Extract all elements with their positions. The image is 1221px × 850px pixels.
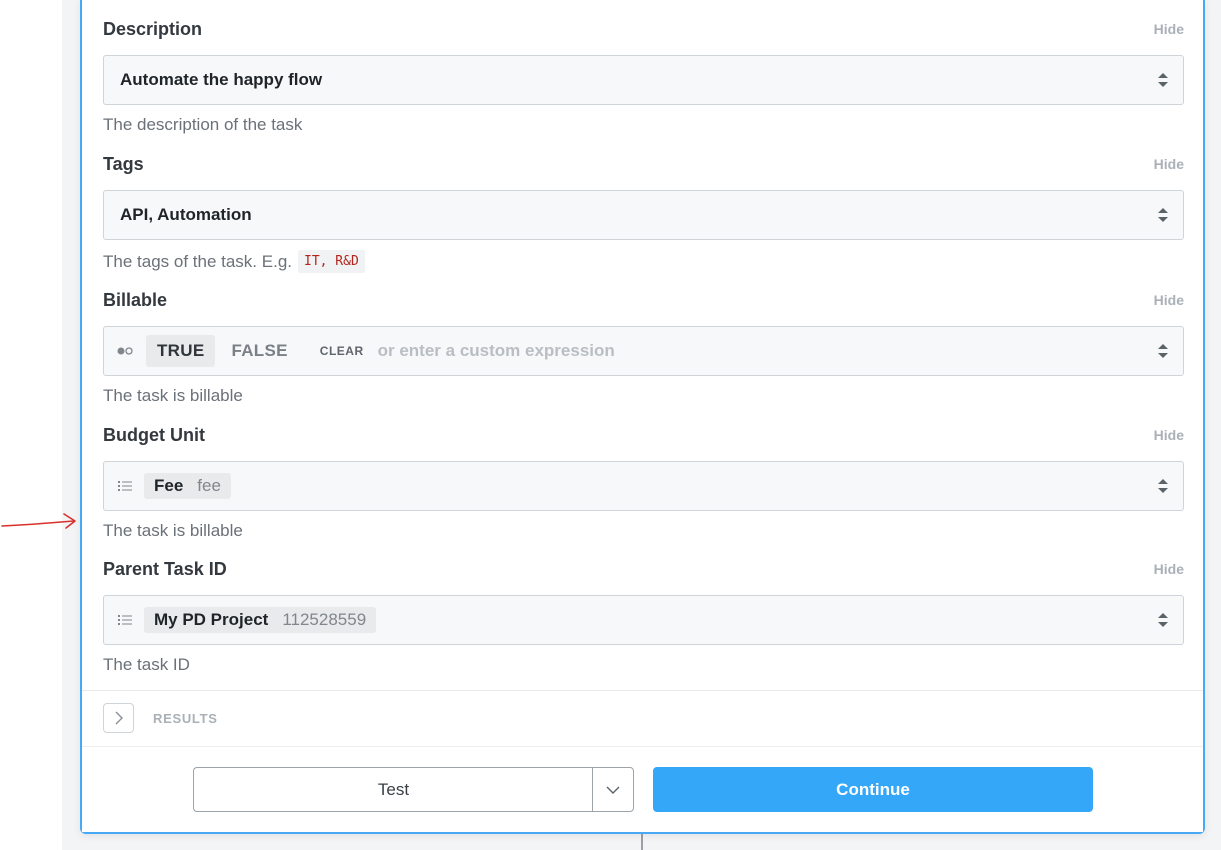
continue-button[interactable]: Continue	[653, 767, 1093, 812]
hide-link[interactable]: Hide	[1154, 156, 1184, 172]
tags-input[interactable]: API, Automation	[103, 190, 1184, 240]
results-divider	[82, 690, 1203, 691]
input-value: Automate the happy flow	[120, 70, 323, 89]
custom-expression-placeholder[interactable]: or enter a custom expression	[378, 341, 615, 361]
input-value: API, Automation	[120, 205, 252, 224]
footer-actions: Test Continue	[82, 746, 1203, 832]
field-label: Parent Task ID	[103, 559, 227, 579]
sort-arrows-icon[interactable]	[1157, 612, 1169, 628]
field-parent-task-id: Parent Task ID Hide My PD Project 112528…	[103, 559, 1184, 674]
field-label: Tags	[103, 154, 144, 174]
description-input[interactable]: Automate the happy flow	[103, 55, 1184, 105]
field-help: The tags of the task. E.g. IT, R&D	[103, 250, 365, 273]
field-label: Billable	[103, 290, 168, 310]
option-value: fee	[197, 476, 221, 495]
field-help: The description of the task	[103, 115, 303, 134]
sort-arrows-icon[interactable]	[1157, 478, 1169, 494]
false-option[interactable]: FALSE	[231, 341, 287, 361]
option-label: My PD Project	[154, 610, 269, 629]
field-help: The task ID	[103, 655, 190, 674]
test-button[interactable]: Test	[193, 767, 593, 812]
option-value: 112528559	[282, 610, 367, 629]
step-config-panel: Description Hide Automate the happy flow…	[80, 0, 1205, 834]
chevron-down-icon	[606, 786, 620, 794]
hide-link[interactable]: Hide	[1154, 561, 1184, 577]
field-label: Budget Unit	[103, 425, 205, 445]
help-code-example: IT, R&D	[298, 250, 365, 273]
selected-option-chip[interactable]: My PD Project 112528559	[144, 607, 377, 633]
parent-task-select[interactable]: My PD Project 112528559	[103, 595, 1184, 645]
field-budget-unit: Budget Unit Hide Fee fee The task is bil…	[103, 425, 1184, 540]
option-label: Fee	[154, 476, 184, 495]
field-label: Description	[103, 19, 203, 39]
billable-input[interactable]: TRUE FALSE CLEAR or enter a custom expre…	[103, 326, 1184, 376]
clear-button[interactable]: CLEAR	[320, 344, 364, 358]
test-options-dropdown[interactable]	[592, 767, 634, 812]
list-icon	[118, 481, 132, 491]
field-help: The task is billable	[103, 521, 243, 540]
field-description: Description Hide Automate the happy flow…	[103, 19, 1184, 134]
list-icon	[118, 615, 132, 625]
hide-link[interactable]: Hide	[1154, 292, 1184, 308]
field-tags: Tags Hide API, Automation The tags of th…	[103, 154, 1184, 273]
results-expand-button[interactable]	[103, 703, 134, 733]
boolean-toggle-icon	[117, 347, 133, 355]
selected-option-chip[interactable]: Fee fee	[144, 473, 231, 499]
hide-link[interactable]: Hide	[1154, 427, 1184, 443]
results-label: RESULTS	[153, 711, 218, 726]
field-help: The task is billable	[103, 386, 243, 405]
sort-arrows-icon[interactable]	[1157, 72, 1169, 88]
budget-unit-select[interactable]: Fee fee	[103, 461, 1184, 511]
sort-arrows-icon[interactable]	[1157, 207, 1169, 223]
true-option[interactable]: TRUE	[146, 335, 216, 367]
chevron-right-icon	[115, 711, 123, 725]
help-text: The tags of the task. E.g.	[103, 251, 292, 271]
connector-line	[641, 832, 643, 850]
annotation-arrow-icon	[1, 513, 76, 529]
hide-link[interactable]: Hide	[1154, 21, 1184, 37]
field-billable: Billable Hide TRUE FALSE CLEAR or enter …	[103, 290, 1184, 405]
sort-arrows-icon[interactable]	[1157, 343, 1169, 359]
